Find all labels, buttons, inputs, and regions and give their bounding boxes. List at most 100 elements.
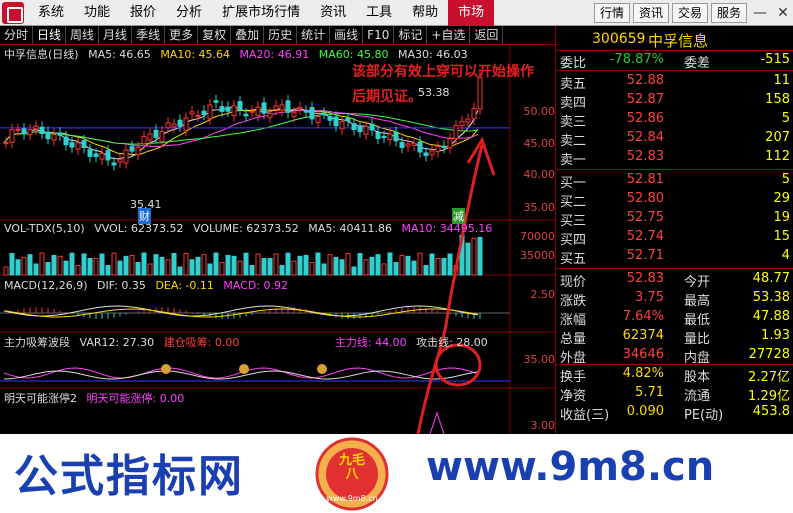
- menu-tools[interactable]: 工具: [356, 0, 402, 26]
- stock-header: 300659 中孚信息: [556, 30, 793, 50]
- stat-row: 总量 62374 量比 1.93: [560, 328, 790, 347]
- candle-body: [375, 131, 381, 140]
- back-button[interactable]: 返回: [470, 26, 504, 44]
- seal-url: www.9m8.cn: [326, 494, 378, 503]
- candle-body: [195, 114, 201, 117]
- ask-row[interactable]: 卖一 52.83 112: [556, 149, 793, 168]
- f10-button[interactable]: F10: [363, 26, 395, 44]
- candle-body: [327, 116, 333, 121]
- menu-extended-market[interactable]: 扩展市场行情: [212, 0, 310, 26]
- volume-bar: [153, 254, 159, 276]
- tab-weekly[interactable]: 周线: [66, 26, 100, 44]
- stat-row: 外盘 34646 内盘 27728: [560, 347, 790, 366]
- close-icon[interactable]: ✕: [773, 3, 793, 23]
- money-bag-icon: [161, 364, 171, 374]
- volume-bar: [369, 256, 375, 276]
- overlay-button[interactable]: 叠加: [231, 26, 265, 44]
- annotation-circle: [434, 343, 482, 387]
- candle-body: [237, 101, 243, 111]
- stat-row: 换手 4.82% 股本 2.27亿: [560, 366, 790, 385]
- candle-body: [15, 128, 21, 131]
- tab-more[interactable]: 更多: [165, 26, 199, 44]
- price-axis-tick: 40.00: [523, 168, 556, 181]
- tab-monthly[interactable]: 月线: [99, 26, 133, 44]
- candle-body: [321, 112, 327, 115]
- bid-row[interactable]: 买一 52.81 5: [556, 172, 793, 191]
- volume-bar: [339, 259, 345, 276]
- candle-body: [189, 111, 195, 115]
- quote-button[interactable]: 行情: [593, 2, 630, 23]
- candle-body: [393, 131, 399, 142]
- seal-text: 九毛八: [338, 453, 365, 482]
- volume-bar: [21, 256, 27, 276]
- volume-bar: [471, 237, 477, 276]
- candle-body: [273, 105, 279, 110]
- candle-body: [21, 128, 27, 135]
- news-button[interactable]: 资讯: [632, 2, 669, 23]
- bid-row[interactable]: 买二 52.80 29: [556, 191, 793, 210]
- volume-bar: [33, 263, 39, 276]
- tab-daily[interactable]: 日线: [33, 26, 67, 44]
- candle-body: [231, 105, 237, 117]
- history-button[interactable]: 历史: [264, 26, 298, 44]
- money-bag-icon: [239, 364, 249, 374]
- volume-bar: [327, 254, 333, 276]
- volume-bar: [357, 253, 363, 276]
- volume-bar: [141, 252, 147, 276]
- volume-bar: [201, 254, 207, 276]
- service-button[interactable]: 服务: [710, 2, 747, 23]
- volume-bar: [207, 263, 213, 276]
- draw-line-button[interactable]: 画线: [330, 26, 364, 44]
- candle-body: [141, 136, 147, 145]
- stat-row: 涨幅 7.64% 最低 47.88: [560, 309, 790, 328]
- bid-row[interactable]: 买四 52.74 15: [556, 229, 793, 248]
- candle-body: [177, 119, 183, 127]
- volume-bar: [309, 262, 315, 276]
- ask-row[interactable]: 卖五 52.88 11: [556, 73, 793, 92]
- money-bag-icon: [317, 364, 327, 374]
- candle-body: [249, 110, 255, 113]
- volume-bar: [297, 255, 303, 276]
- banner-right-text: www.9m8.cn: [426, 444, 715, 490]
- ask-row[interactable]: 卖四 52.87 158: [556, 92, 793, 111]
- tab-quarterly[interactable]: 季线: [132, 26, 166, 44]
- minimize-icon[interactable]: —: [750, 3, 770, 23]
- menu-analysis[interactable]: 分析: [166, 0, 212, 26]
- menu-system[interactable]: 系统: [28, 0, 74, 26]
- menu-news[interactable]: 资讯: [310, 0, 356, 26]
- mark-button[interactable]: 标记: [394, 26, 428, 44]
- stat-row: 现价 52.83 今开 48.77: [560, 271, 790, 290]
- volume-bar: [393, 262, 399, 276]
- candle-body: [453, 124, 459, 140]
- candle-body: [99, 152, 105, 160]
- candle-body: [153, 129, 159, 138]
- volume-bar: [381, 263, 387, 276]
- ask-row[interactable]: 卖三 52.86 5: [556, 111, 793, 130]
- bid-row[interactable]: 买三 52.75 19: [556, 210, 793, 229]
- add-watchlist-button[interactable]: +自选: [427, 26, 471, 44]
- candle-body: [27, 129, 33, 136]
- menu-market[interactable]: 市场: [448, 0, 495, 26]
- ask-row[interactable]: 卖二 52.84 207: [556, 130, 793, 149]
- stats-button[interactable]: 统计: [297, 26, 331, 44]
- candle-body: [423, 152, 429, 157]
- trade-button[interactable]: 交易: [671, 2, 708, 23]
- restore-rights-button[interactable]: 复权: [198, 26, 232, 44]
- volume-bar: [429, 253, 435, 276]
- candle-body: [165, 122, 171, 129]
- candle-body: [219, 106, 225, 112]
- volume-bar: [273, 253, 279, 276]
- candle-body: [75, 142, 81, 150]
- volume-bar: [81, 253, 87, 276]
- volume-bar: [423, 265, 429, 276]
- menu-quote[interactable]: 报价: [120, 0, 166, 26]
- menu-help[interactable]: 帮助: [402, 0, 448, 26]
- candle-body: [429, 150, 435, 156]
- volume-bar: [39, 252, 45, 276]
- bid-row[interactable]: 买五 52.71 4: [556, 248, 793, 267]
- candle-body: [255, 106, 261, 117]
- tab-intraday[interactable]: 分时: [0, 26, 34, 44]
- stat-row: 涨跌 3.75 最高 53.38: [560, 290, 790, 309]
- menu-function[interactable]: 功能: [74, 0, 120, 26]
- volume-bar: [135, 262, 141, 276]
